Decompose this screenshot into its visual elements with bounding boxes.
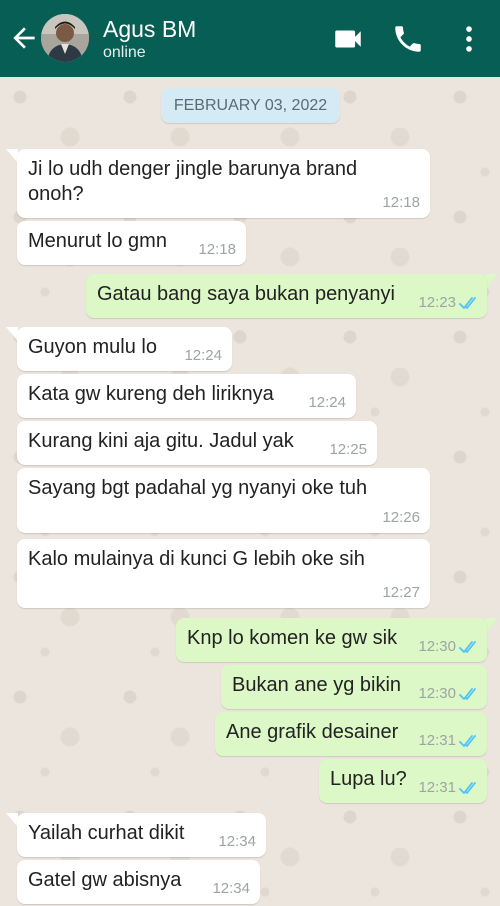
message-bubble-outgoing[interactable]: Lupa lu? 12:31 xyxy=(319,759,487,803)
message-text: Sayang bgt padahal yg nyanyi oke tuh xyxy=(28,477,368,499)
phone-icon[interactable] xyxy=(391,22,425,56)
message-text: Kurang kini aja gitu. Jadul yak xyxy=(28,430,294,452)
message-time: 12:26 xyxy=(382,509,420,526)
more-vert-icon[interactable] xyxy=(452,22,486,56)
date-chip: FEBRUARY 03, 2022 xyxy=(161,88,340,123)
message-time: 12:34 xyxy=(212,880,250,897)
message-text: Kalo mulainya di kunci G lebih oke sih xyxy=(28,548,365,570)
message-text: Ji lo udh denger jingle barunya brand on… xyxy=(28,158,358,205)
message-time: 12:24 xyxy=(184,347,222,364)
message-time: 12:23 xyxy=(418,294,456,311)
message-time: 12:18 xyxy=(198,241,236,258)
read-receipt-icon xyxy=(459,641,476,653)
message-time: 12:30 xyxy=(418,638,456,655)
message-bubble-incoming[interactable]: Guyon mulu lo 12:24 xyxy=(17,327,232,371)
message-text: Guyon mulu lo xyxy=(28,336,157,358)
message-text: Gatau bang saya bukan penyanyi xyxy=(97,283,395,305)
message-text: Yailah curhat dikit xyxy=(28,822,185,844)
message-text: Gatel gw abisnya xyxy=(28,869,182,891)
avatar[interactable] xyxy=(41,14,89,62)
read-receipt-icon xyxy=(459,688,476,700)
chat-area[interactable]: FEBRUARY 03, 2022 Ji lo udh denger jingl… xyxy=(0,77,500,906)
message-time: 12:31 xyxy=(418,779,456,796)
contact-name[interactable]: Agus BM xyxy=(103,16,196,42)
message-text: Knp lo komen ke gw sik xyxy=(187,627,398,649)
message-bubble-outgoing[interactable]: Knp lo komen ke gw sik 12:30 xyxy=(176,618,487,662)
message-time: 12:25 xyxy=(329,441,367,458)
message-bubble-incoming[interactable]: Kurang kini aja gitu. Jadul yak 12:25 xyxy=(17,421,377,465)
message-time: 12:30 xyxy=(418,685,456,702)
message-text: Bukan ane yg bikin xyxy=(232,674,402,696)
chat-header: Agus BM online xyxy=(0,0,500,77)
message-time: 12:34 xyxy=(218,833,256,850)
message-bubble-outgoing[interactable]: Gatau bang saya bukan penyanyi 12:23 xyxy=(86,274,487,318)
message-time: 12:27 xyxy=(382,584,420,601)
message-text: Lupa lu? xyxy=(330,768,407,790)
back-arrow-icon[interactable] xyxy=(8,22,40,54)
bubble-tail xyxy=(486,618,498,632)
video-call-icon[interactable] xyxy=(331,22,365,56)
message-bubble-incoming[interactable]: Kalo mulainya di kunci G lebih oke sih 12… xyxy=(17,539,430,608)
message-bubble-outgoing[interactable]: Ane grafik desainer 12:31 xyxy=(215,712,487,756)
message-bubble-incoming[interactable]: Ji lo udh denger jingle barunya brand on… xyxy=(17,149,430,218)
message-text: Ane grafik desainer xyxy=(226,721,399,743)
message-time: 12:18 xyxy=(382,194,420,211)
read-receipt-icon xyxy=(459,297,476,309)
message-bubble-outgoing[interactable]: Bukan ane yg bikin 12:30 xyxy=(221,665,487,709)
message-bubble-incoming[interactable]: Sayang bgt padahal yg nyanyi oke tuh 12:2… xyxy=(17,468,430,533)
message-time: 12:31 xyxy=(418,732,456,749)
read-receipt-icon xyxy=(459,735,476,747)
message-bubble-incoming[interactable]: Gatel gw abisnya 12:34 xyxy=(17,860,260,904)
message-bubble-incoming[interactable]: Yailah curhat dikit 12:34 xyxy=(17,813,266,857)
message-bubble-incoming[interactable]: Menurut lo gmn 12:18 xyxy=(17,221,246,265)
contact-status: online xyxy=(103,44,146,61)
bubble-tail xyxy=(486,274,498,288)
message-bubble-incoming[interactable]: Kata gw kureng deh liriknya 12:24 xyxy=(17,374,356,418)
message-text: Menurut lo gmn xyxy=(28,230,167,252)
message-text: Kata gw kureng deh liriknya xyxy=(28,383,274,405)
read-receipt-icon xyxy=(459,782,476,794)
message-time: 12:24 xyxy=(308,394,346,411)
